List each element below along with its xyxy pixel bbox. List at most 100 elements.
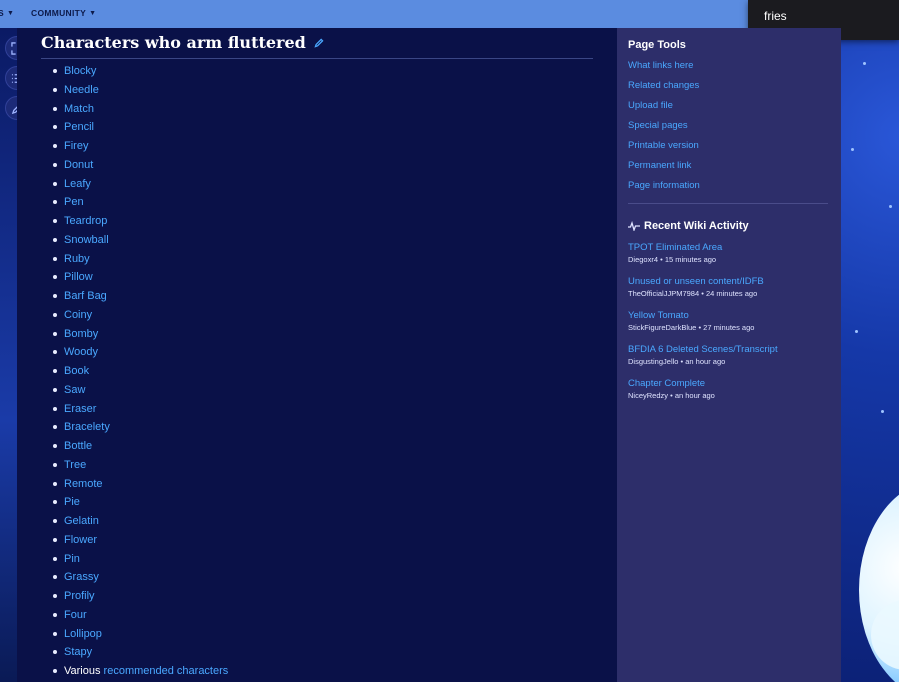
activity-time: an hour ago: [685, 357, 726, 366]
activity-time: 15 minutes ago: [664, 255, 717, 264]
activity-page-link[interactable]: Yellow Tomato: [628, 310, 830, 322]
nav-item-partial[interactable]: S ▼: [0, 8, 14, 18]
list-item: Tree: [52, 458, 228, 477]
page-tools-list: What links here Related changes Upload fil…: [628, 59, 830, 199]
character-link[interactable]: Pie: [64, 496, 80, 508]
list-item: Pencil: [52, 120, 228, 139]
list-item: Pillow: [52, 270, 228, 289]
background-left-strip: [0, 28, 17, 682]
activity-meta: DisgustingJello • an hour ago: [628, 356, 830, 367]
main-content: Characters who arm fluttered Blocky Needl…: [17, 28, 617, 682]
character-link[interactable]: Pillow: [64, 271, 93, 283]
character-link[interactable]: Woody: [64, 346, 98, 358]
character-link[interactable]: Bracelety: [64, 421, 110, 433]
activity-user[interactable]: StickFigureDarkBlue: [628, 323, 696, 332]
character-link[interactable]: Pin: [64, 553, 80, 565]
activity-page-link[interactable]: TPOT Eliminated Area: [628, 242, 830, 254]
activity-item: Chapter Complete NiceyRedzy • an hour ago: [628, 378, 830, 412]
recommended-characters-link[interactable]: recommended characters: [104, 665, 229, 677]
activity-meta: StickFigureDarkBlue • 27 minutes ago: [628, 322, 830, 333]
character-link[interactable]: Book: [64, 365, 89, 377]
character-link[interactable]: Coiny: [64, 309, 92, 321]
activity-time: an hour ago: [674, 391, 715, 400]
activity-user[interactable]: TheOfficialJJPM7984: [628, 289, 699, 298]
character-link[interactable]: Profily: [64, 590, 95, 602]
recent-activity-list: TPOT Eliminated Area Diegoxr4 • 15 minute…: [628, 242, 830, 412]
activity-meta: NiceyRedzy • an hour ago: [628, 390, 830, 401]
list-item: Bottle: [52, 439, 228, 458]
character-link[interactable]: Flower: [64, 534, 97, 546]
list-item: Firey: [52, 139, 228, 158]
character-link[interactable]: Leafy: [64, 178, 91, 190]
character-link[interactable]: Grassy: [64, 571, 99, 583]
list-item: Remote: [52, 477, 228, 496]
list-item: Book: [52, 364, 228, 383]
character-link[interactable]: Stapy: [64, 646, 92, 658]
list-item: Profily: [52, 589, 228, 608]
activity-meta: TheOfficialJJPM7984 • 24 minutes ago: [628, 288, 830, 299]
list-item: Bracelety: [52, 420, 228, 439]
character-link[interactable]: Ruby: [64, 253, 90, 265]
page-tool-link[interactable]: What links here: [628, 59, 830, 79]
character-link[interactable]: Pencil: [64, 121, 94, 133]
character-link[interactable]: Barf Bag: [64, 290, 107, 302]
page-tool-link[interactable]: Permanent link: [628, 159, 830, 179]
character-link[interactable]: Donut: [64, 159, 93, 171]
activity-item: Yellow Tomato StickFigureDarkBlue • 27 mi…: [628, 310, 830, 344]
list-item: Grassy: [52, 570, 228, 589]
character-link[interactable]: Tree: [64, 459, 86, 471]
character-link[interactable]: Teardrop: [64, 215, 107, 227]
character-link[interactable]: Needle: [64, 84, 99, 96]
list-item: Saw: [52, 383, 228, 402]
recent-activity-heading: Recent Wiki Activity: [628, 220, 830, 232]
list-item: Four: [52, 608, 228, 627]
character-link[interactable]: Firey: [64, 140, 88, 152]
list-item: Pen: [52, 195, 228, 214]
list-item: Gelatin: [52, 514, 228, 533]
character-link[interactable]: Remote: [64, 478, 103, 490]
page-tool-link[interactable]: Special pages: [628, 119, 830, 139]
page-tool-link[interactable]: Page information: [628, 179, 830, 199]
activity-page-link[interactable]: BFDIA 6 Deleted Scenes/Transcript: [628, 344, 830, 356]
activity-item: TPOT Eliminated Area Diegoxr4 • 15 minute…: [628, 242, 830, 276]
page-tool-link[interactable]: Related changes: [628, 79, 830, 99]
character-link[interactable]: Gelatin: [64, 515, 99, 527]
list-item: Leafy: [52, 177, 228, 196]
list-item: Barf Bag: [52, 289, 228, 308]
character-link[interactable]: Match: [64, 103, 94, 115]
list-item: Needle: [52, 83, 228, 102]
list-item: Coiny: [52, 308, 228, 327]
nav-item-community[interactable]: COMMUNITY ▼: [31, 8, 96, 18]
separator-dot: •: [668, 391, 675, 400]
list-item: Various recommended characters: [52, 664, 229, 682]
list-item: Pie: [52, 495, 228, 514]
character-link[interactable]: Saw: [64, 384, 85, 396]
activity-user[interactable]: Diegoxr4: [628, 255, 658, 264]
character-link[interactable]: Bottle: [64, 440, 92, 452]
list-item: Pin: [52, 552, 228, 571]
list-item: Blocky: [52, 64, 228, 83]
activity-user[interactable]: DisgustingJello: [628, 357, 678, 366]
activity-item: Unused or unseen content/IDFB TheOfficial…: [628, 276, 830, 310]
character-link[interactable]: Bomby: [64, 328, 98, 340]
list-item: Ruby: [52, 252, 228, 271]
activity-page-link[interactable]: Chapter Complete: [628, 378, 830, 390]
edit-section-icon[interactable]: [314, 38, 324, 48]
activity-user[interactable]: NiceyRedzy: [628, 391, 668, 400]
list-item: Woody: [52, 345, 228, 364]
character-link[interactable]: Four: [64, 609, 87, 621]
page-tool-link[interactable]: Upload file: [628, 99, 830, 119]
list-item: Stapy: [52, 645, 228, 664]
activity-page-link[interactable]: Unused or unseen content/IDFB: [628, 276, 830, 288]
page-tool-link[interactable]: Printable version: [628, 139, 830, 159]
character-link[interactable]: Eraser: [64, 403, 96, 415]
character-link[interactable]: Blocky: [64, 65, 96, 77]
character-link[interactable]: Lollipop: [64, 628, 102, 640]
chevron-down-icon: ▼: [6, 9, 15, 17]
activity-item: BFDIA 6 Deleted Scenes/Transcript Disgust…: [628, 344, 830, 378]
divider: [628, 203, 828, 204]
list-item: Eraser: [52, 402, 228, 421]
character-link[interactable]: Snowball: [64, 234, 109, 246]
character-list: Blocky Needle Match Pencil Firey Donut Leafy Pe…: [52, 64, 229, 682]
character-link[interactable]: Pen: [64, 196, 84, 208]
